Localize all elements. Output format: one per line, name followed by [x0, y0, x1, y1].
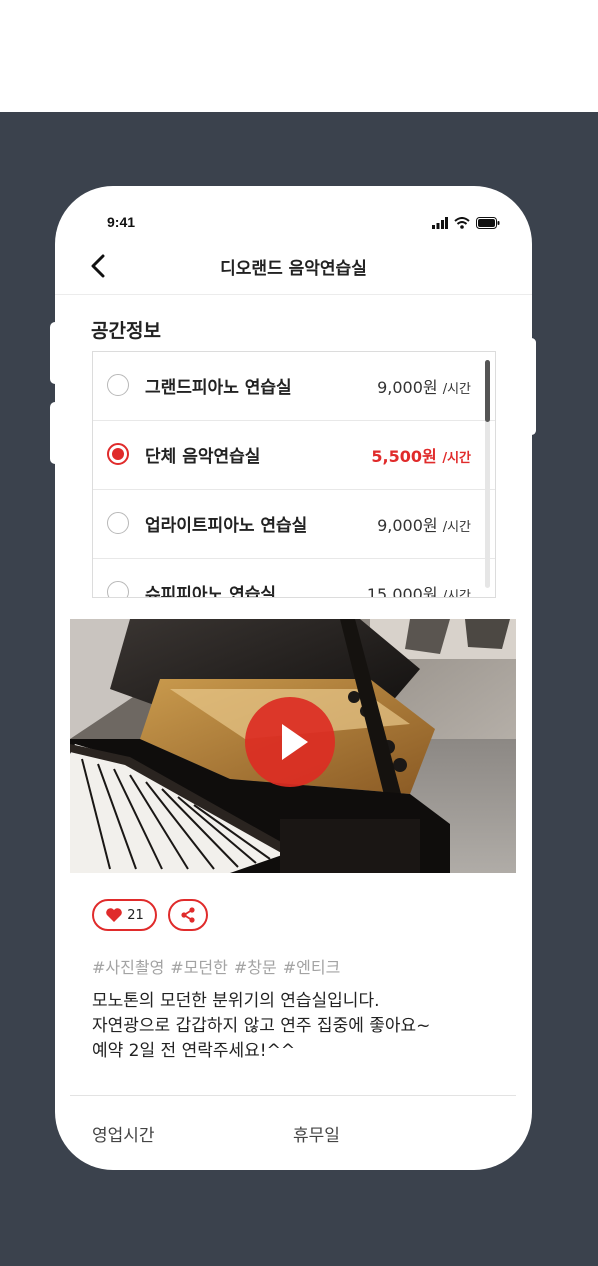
wifi-icon [454, 217, 470, 229]
radio-button[interactable] [107, 512, 129, 534]
share-button[interactable] [168, 899, 208, 931]
tag[interactable]: #엔티크 [283, 954, 341, 978]
tag[interactable]: #모던한 [170, 954, 228, 978]
status-bar: 9:41 [55, 186, 532, 246]
tag[interactable]: #창문 [234, 954, 277, 978]
price-value: 5,500원 [371, 447, 437, 466]
space-option-price: 15,000원 /시간 [366, 581, 471, 598]
space-option-list[interactable]: 그랜드피아노 연습실 9,000원 /시간 단체 음악연습실 5,500원 /시… [92, 351, 496, 598]
price-value: 9,000원 [377, 516, 438, 535]
price-value: 15,000원 [366, 585, 438, 598]
tag[interactable]: #사진촬영 [92, 954, 164, 978]
like-count: 21 [127, 907, 144, 923]
description-line: 자연광으로 갑갑하지 않고 연주 집중에 좋아요~ [92, 1016, 431, 1036]
radio-button[interactable] [107, 581, 129, 597]
like-button[interactable]: 21 [92, 899, 157, 931]
holiday-label: 휴무일 [293, 1126, 340, 1146]
scrollbar-thumb[interactable] [485, 360, 490, 422]
status-time: 9:41 [107, 214, 136, 230]
price-unit: /시간 [442, 451, 471, 466]
space-option[interactable]: 업라이트피아노 연습실 9,000원 /시간 [93, 490, 495, 559]
share-icon [181, 907, 195, 923]
price-unit: /시간 [442, 382, 471, 397]
description-line: 예약 2일 전 연락주세요!^^ [92, 1041, 296, 1061]
description-line: 모노톤의 모던한 분위기의 연습실입니다. [92, 991, 380, 1011]
radio-button-selected[interactable] [107, 443, 129, 465]
radio-button[interactable] [107, 374, 129, 396]
battery-icon [476, 217, 500, 229]
divider [70, 1095, 516, 1096]
play-button[interactable] [245, 697, 335, 787]
business-hours-label: 영업시간 [92, 1126, 155, 1146]
nav-bar: 디오랜드 음악연습실 [55, 242, 532, 295]
signal-icon [432, 217, 448, 229]
page-title: 디오랜드 음악연습실 [220, 259, 367, 279]
section-title-space-info: 공간정보 [91, 320, 161, 342]
price-value: 9,000원 [377, 378, 438, 397]
description: 모노톤의 모던한 분위기의 연습실입니다. 자연광으로 갑갑하지 않고 연주 집… [92, 989, 492, 1064]
price-unit: /시간 [442, 520, 471, 535]
space-option-price: 9,000원 /시간 [377, 512, 471, 536]
space-option[interactable]: 그랜드피아노 연습실 9,000원 /시간 [93, 352, 495, 421]
video-thumbnail[interactable] [70, 619, 516, 873]
tag-list: #사진촬영 #모던한 #창문 #엔티크 [92, 954, 340, 978]
space-option-name: 단체 음악연습실 [145, 447, 261, 467]
phone-screen: 9:41 디오랜드 음악연습실 공간정보 그랜드피아노 연습실 9,000원 /… [55, 186, 532, 1170]
space-option-price: 5,500원 /시간 [371, 443, 471, 467]
list-scrollbar[interactable] [485, 360, 490, 588]
heart-icon [106, 908, 123, 922]
space-option[interactable]: 슈피피아노 연습실 15,000원 /시간 [93, 559, 495, 598]
price-unit: /시간 [442, 589, 471, 598]
space-option-price: 9,000원 /시간 [377, 374, 471, 398]
space-option-name: 그랜드피아노 연습실 [145, 378, 292, 398]
space-option-name: 업라이트피아노 연습실 [145, 516, 308, 536]
status-icons [432, 216, 500, 230]
space-option[interactable]: 단체 음악연습실 5,500원 /시간 [93, 421, 495, 490]
space-option-name: 슈피피아노 연습실 [145, 585, 277, 598]
